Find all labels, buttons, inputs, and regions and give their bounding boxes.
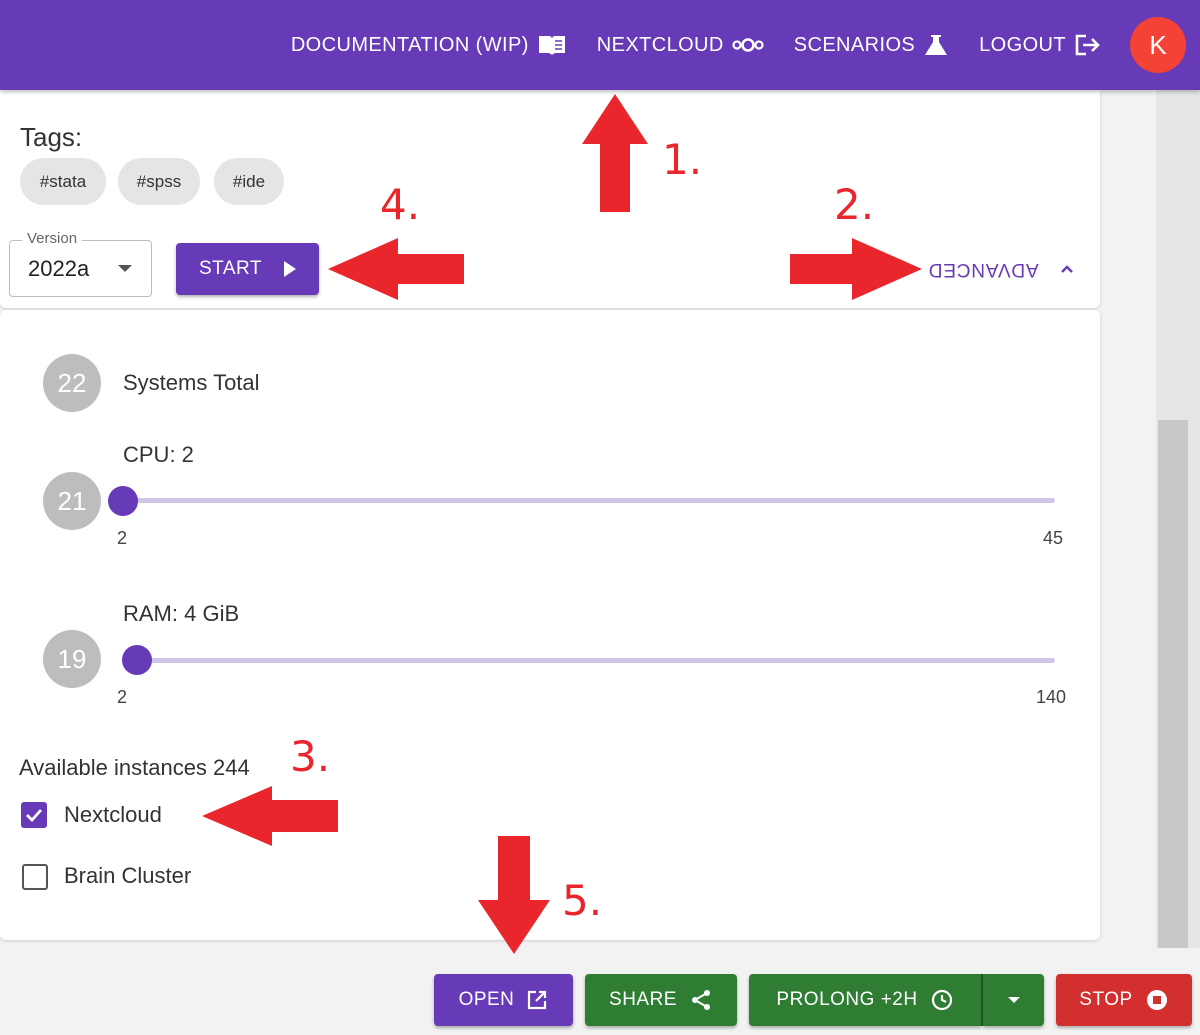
tags-label: Tags:	[20, 122, 83, 152]
stop-circle-icon	[1146, 990, 1167, 1010]
advanced-toggle[interactable]: ADVANCED	[928, 258, 1039, 280]
scrollbar-thumb[interactable]	[1158, 420, 1188, 948]
brain-cluster-checkbox-label[interactable]: Brain Cluster	[64, 863, 191, 889]
annotation-number: 2.	[834, 180, 875, 229]
clock-icon	[931, 989, 952, 1011]
nav-nextcloud-label: NEXTCLOUD	[596, 33, 724, 56]
annotation-arrow-left-icon	[202, 786, 338, 846]
tag-chip-label: #spss	[136, 171, 182, 191]
caret-down-icon	[1007, 997, 1020, 1003]
cpu-slider-track[interactable]	[123, 498, 1055, 503]
annotation-arrow-right-icon	[790, 238, 922, 300]
nav-logout[interactable]: LOGOUT	[979, 33, 1102, 57]
nav-nextcloud[interactable]: NEXTCLOUD	[597, 34, 764, 57]
nextcloud-icon	[732, 38, 764, 52]
open-in-new-icon	[528, 990, 547, 1010]
share-button-label: SHARE	[609, 989, 677, 1010]
annotation-number: 3.	[290, 732, 331, 781]
caret-down-icon	[118, 265, 132, 272]
nav-documentation-label: DOCUMENTATION (WIP)	[290, 33, 529, 56]
nav-logout-label: LOGOUT	[979, 33, 1066, 56]
ram-slider-thumb[interactable]	[121, 645, 152, 675]
tag-chip[interactable]: #stata	[20, 158, 106, 205]
start-button-label: START	[198, 258, 263, 279]
cpu-slider-min: 2	[117, 528, 128, 548]
prolong-button[interactable]: PROLONG +2H	[749, 974, 981, 1026]
tag-chip[interactable]: #ide	[214, 158, 284, 205]
available-instances-label: Available instances 244	[19, 755, 250, 780]
stop-button-label: STOP	[1079, 989, 1133, 1010]
version-select-label: Version	[22, 230, 83, 247]
tag-chip-label: #ide	[232, 171, 266, 191]
avatar-letter: K	[1149, 29, 1167, 60]
nav-scenarios-label: SCENARIOS	[793, 33, 916, 56]
annotation-number: 1.	[662, 135, 703, 184]
systems-total-count: 22	[57, 367, 87, 398]
ram-available-count: 19	[57, 643, 87, 674]
share-button[interactable]: SHARE	[585, 974, 737, 1026]
cpu-label: CPU: 2	[123, 442, 194, 467]
ram-slider-track[interactable]	[123, 658, 1055, 663]
book-icon	[538, 36, 565, 55]
systems-total-label: Systems Total	[123, 370, 260, 395]
cpu-available-badge: 21	[43, 472, 101, 530]
prolong-options-button[interactable]	[983, 974, 1044, 1026]
prolong-button-label: PROLONG +2H	[776, 989, 918, 1010]
ram-available-badge: 19	[43, 630, 101, 688]
nextcloud-checkbox-label[interactable]: Nextcloud	[64, 802, 162, 828]
annotation-number: 5.	[562, 876, 603, 925]
tag-chip-label: #stata	[39, 171, 87, 191]
annotation-arrow-left-icon	[328, 238, 464, 300]
chevron-up-icon[interactable]	[1058, 260, 1076, 278]
user-avatar[interactable]: K	[1130, 17, 1186, 73]
share-icon	[691, 990, 710, 1010]
ram-slider-min: 2	[117, 687, 128, 707]
logout-icon	[1075, 34, 1100, 56]
stop-button[interactable]: STOP	[1056, 974, 1192, 1026]
cpu-slider-max: 45	[1043, 528, 1064, 548]
open-button[interactable]: OPEN	[434, 974, 573, 1026]
cpu-slider-thumb[interactable]	[108, 486, 138, 516]
start-button[interactable]: START	[176, 243, 319, 295]
annotation-number: 4.	[380, 180, 421, 229]
nav-documentation[interactable]: DOCUMENTATION (WIP)	[291, 33, 567, 57]
open-button-label: OPEN	[458, 989, 515, 1010]
cpu-available-count: 21	[57, 485, 87, 516]
annotation-arrow-up-icon	[582, 94, 648, 212]
nextcloud-checkbox[interactable]	[21, 802, 47, 828]
ram-slider-max: 140	[1036, 687, 1067, 707]
check-icon	[26, 809, 43, 823]
brain-cluster-checkbox[interactable]	[22, 864, 48, 890]
nav-scenarios[interactable]: SCENARIOS	[794, 33, 949, 57]
annotation-arrow-down-icon	[478, 836, 550, 954]
play-icon	[284, 261, 297, 277]
tag-chip[interactable]: #spss	[118, 158, 200, 205]
version-select-value: 2022a	[28, 256, 90, 281]
ram-label: RAM: 4 GiB	[123, 601, 240, 626]
flask-icon	[925, 35, 948, 55]
systems-total-badge: 22	[43, 354, 101, 412]
top-app-bar: DOCUMENTATION (WIP) NEXTCLOUD SCENARIOS …	[0, 0, 1200, 90]
